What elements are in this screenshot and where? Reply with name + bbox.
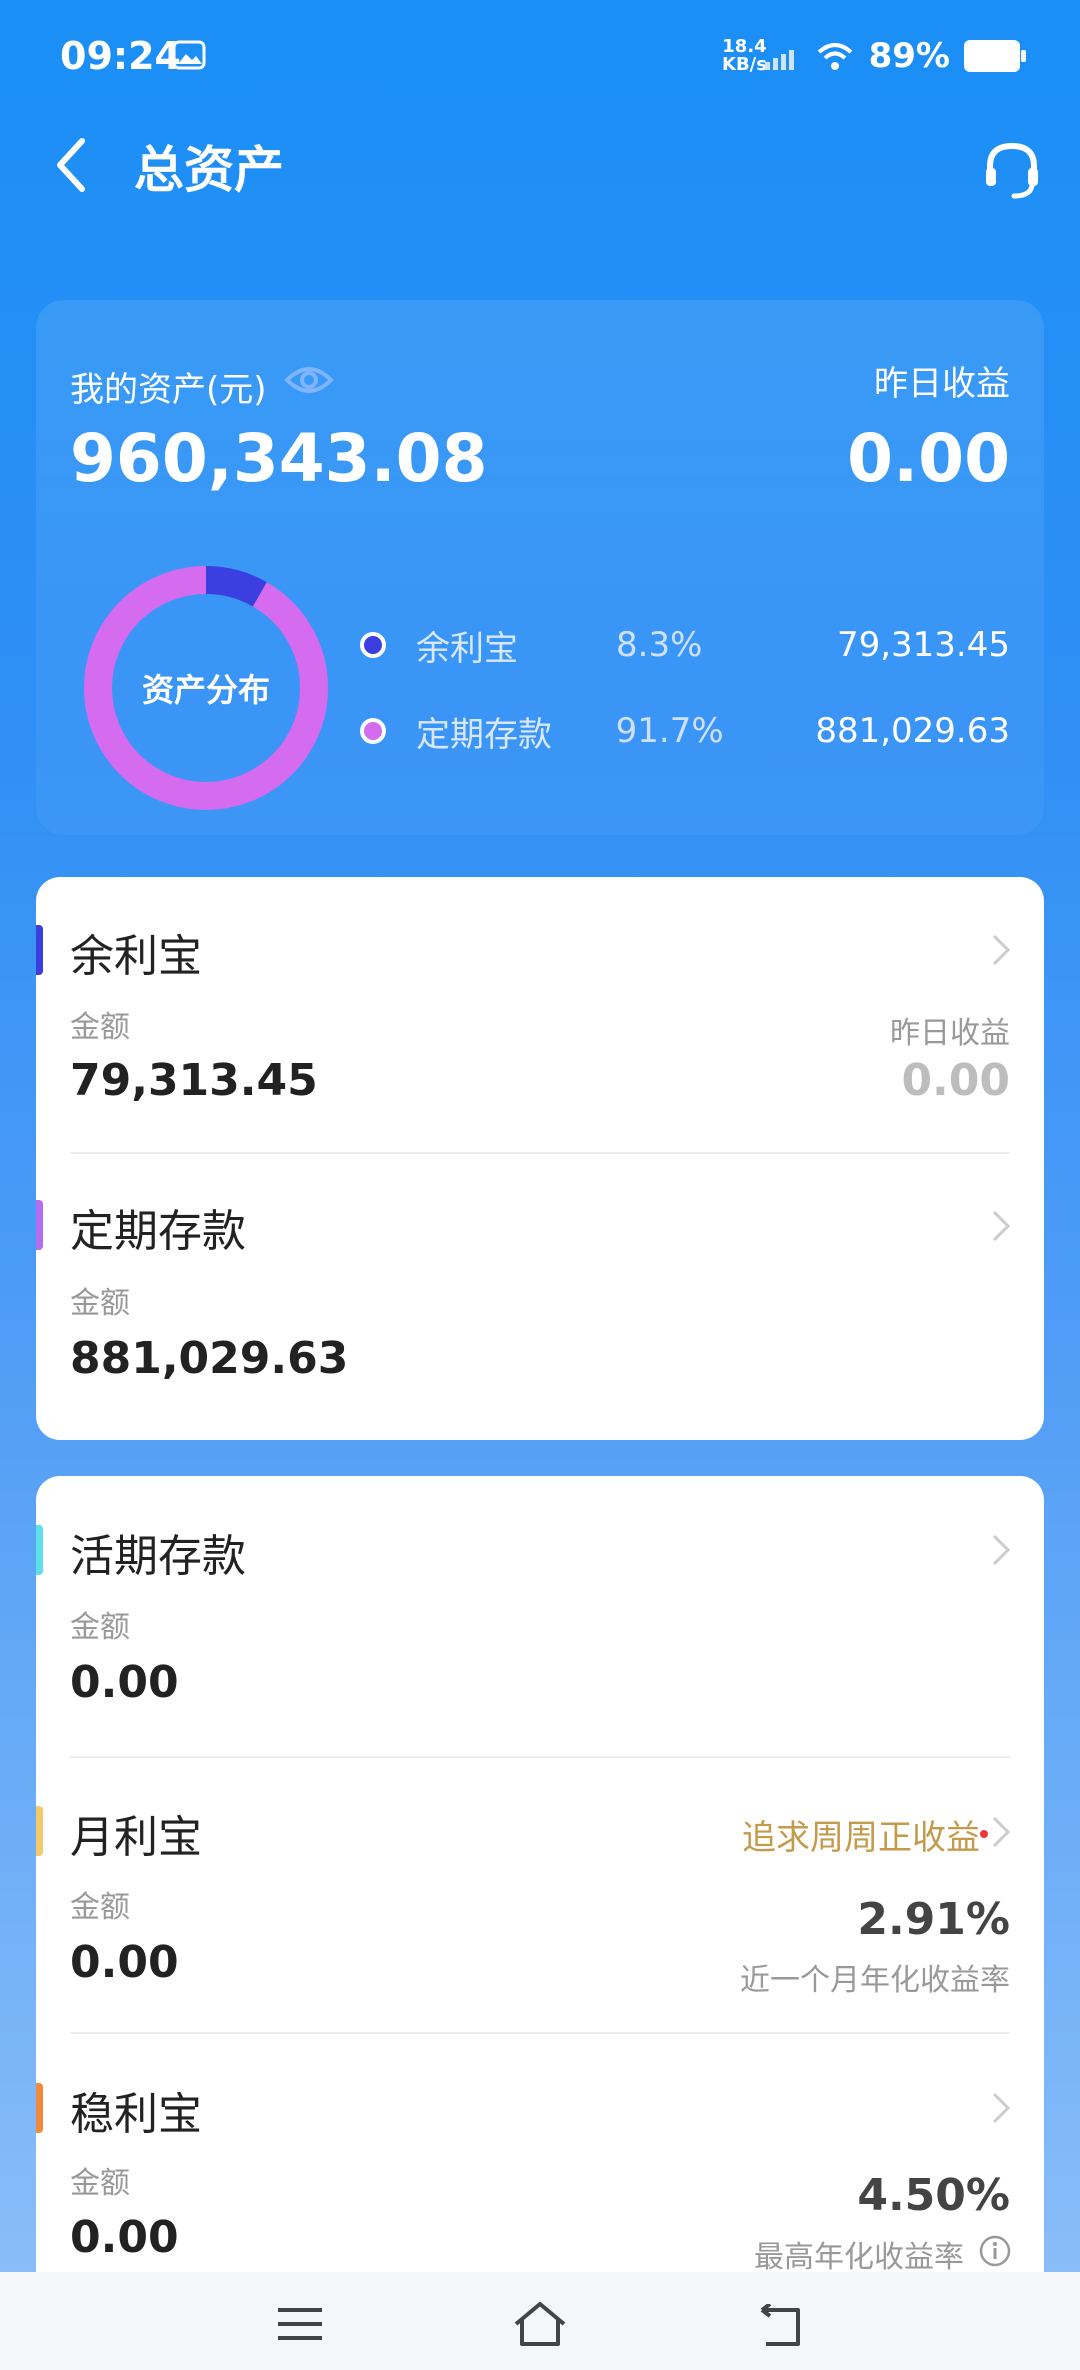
legend-dot	[360, 632, 386, 658]
row-title-yulibao[interactable]: 余利宝	[70, 920, 202, 984]
row-title-wenlibao[interactable]: 稳利宝	[70, 2078, 202, 2142]
amount-label: 金额	[70, 1286, 130, 1321]
asset-value: 960,343.08	[70, 420, 488, 497]
divider	[70, 1756, 1010, 1758]
legend-dot	[360, 718, 386, 744]
chevron-left-icon[interactable]	[44, 135, 104, 195]
rate-value: 2.91%	[857, 1894, 1010, 1945]
status-time: 09:24	[60, 34, 181, 78]
yesterday-income-value: 0.00	[901, 1055, 1010, 1106]
amount-value: 0.00	[70, 1937, 179, 1988]
promo-text[interactable]: 追求周周正收益	[742, 1810, 980, 1859]
legend-value: 881,029.63	[815, 711, 1010, 751]
row-color-bar	[36, 1806, 43, 1856]
legend-name: 余利宝	[416, 628, 518, 669]
chevron-right-icon[interactable]	[990, 2090, 1014, 2126]
home-icon[interactable]	[510, 2300, 570, 2348]
status-right: 89%	[764, 36, 1026, 76]
amount-value: 79,313.45	[70, 1055, 318, 1106]
divider	[70, 1152, 1010, 1154]
rate-label: 最高年化收益率	[754, 2240, 964, 2275]
legend-value: 79,313.45	[836, 625, 1010, 665]
asset-label: 我的资产(元)	[70, 370, 267, 410]
amount-label: 金额	[70, 1610, 130, 1645]
rate-value: 4.50%	[857, 2170, 1010, 2221]
network-speed: 18.4 KB/s	[722, 36, 767, 75]
chevron-right-icon[interactable]	[990, 1814, 1014, 1850]
donut-center-label: 资产分布	[141, 671, 270, 709]
yesterday-income-label: 昨日收益	[890, 1016, 1010, 1051]
divider	[70, 2032, 1010, 2034]
legend-row-fixed-deposit: 定期存款 91.7% 881,029.63	[360, 706, 1010, 756]
row-color-bar	[36, 925, 43, 975]
row-title-fixed-deposit[interactable]: 定期存款	[70, 1195, 246, 1259]
menu-icon[interactable]	[276, 2304, 324, 2344]
yesterday-income-value: 0.00	[847, 420, 1010, 497]
amount-value: 0.00	[70, 2212, 179, 2263]
row-title-yuelibao[interactable]: 月利宝	[70, 1801, 202, 1865]
yesterday-income-label: 昨日收益	[874, 364, 1010, 404]
amount-label: 金额	[70, 1890, 130, 1925]
battery-percent: 89%	[868, 36, 950, 76]
signal-icon	[764, 50, 794, 70]
chevron-right-icon[interactable]	[990, 932, 1014, 968]
row-color-bar	[36, 1525, 43, 1575]
amount-value: 881,029.63	[70, 1333, 349, 1384]
legend-row-yulibao: 余利宝 8.3% 79,313.45	[360, 620, 1010, 670]
legend-percent: 91.7%	[615, 711, 724, 751]
amount-value: 0.00	[70, 1657, 179, 1708]
amount-label: 金额	[70, 2166, 130, 2201]
notification-dot	[980, 1830, 988, 1838]
page-title: 总资产	[134, 141, 284, 199]
legend-percent: 8.3%	[616, 625, 703, 665]
row-color-bar	[36, 1200, 43, 1250]
wifi-icon	[817, 43, 852, 70]
back-icon[interactable]	[752, 2304, 806, 2348]
amount-label: 金额	[70, 1010, 130, 1045]
row-color-bar	[36, 2083, 43, 2133]
row-title-demand-deposit[interactable]: 活期存款	[70, 1520, 246, 1584]
eye-icon[interactable]	[284, 360, 334, 400]
battery-icon	[964, 40, 1026, 72]
headset-icon[interactable]	[980, 138, 1044, 202]
legend-name: 定期存款	[415, 714, 552, 755]
chevron-right-icon[interactable]	[990, 1532, 1014, 1568]
rate-label: 近一个月年化收益率	[740, 1963, 1010, 1998]
gallery-icon	[172, 40, 206, 70]
info-icon[interactable]	[978, 2234, 1012, 2268]
chevron-right-icon[interactable]	[990, 1208, 1014, 1244]
